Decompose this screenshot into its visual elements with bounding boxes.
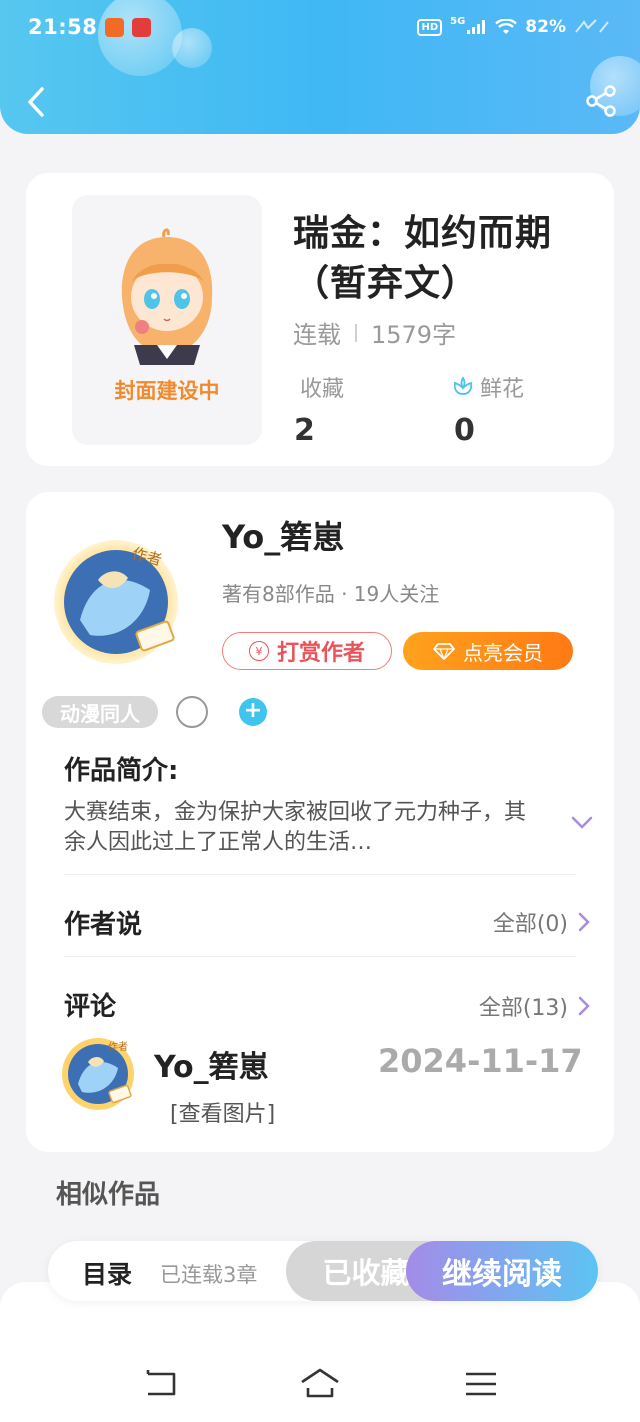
book-status: 连载 — [293, 321, 341, 349]
chevron-right-icon — [578, 996, 590, 1016]
book-cover[interactable]: 封面建设中 — [72, 195, 262, 445]
comments-title: 评论 — [64, 992, 117, 1022]
back-nav-icon[interactable] — [140, 1366, 180, 1402]
chevron-left-icon — [28, 87, 44, 117]
tip-author-button[interactable]: ¥ 打赏作者 — [222, 632, 392, 670]
diamond-icon — [433, 643, 455, 660]
status-time: 21:58 — [28, 15, 98, 39]
author-card: 作者 Yo_箬崽 著有8部作品 · 19人关注 ¥ 打赏作者 点亮会员 动漫同人… — [26, 492, 614, 1152]
author-name[interactable]: Yo_箬崽 — [222, 512, 344, 558]
comments-all-link[interactable]: 全部(13) — [479, 990, 590, 1022]
signal-icon — [467, 20, 486, 34]
similar-works-title: 相似作品 — [56, 1180, 161, 1210]
comments-all-label: 全部(13) — [478, 996, 568, 1021]
cover-placeholder-illustration — [121, 228, 213, 365]
battery-percent: 82% — [525, 17, 566, 37]
chevron-down-icon[interactable] — [570, 810, 594, 834]
light-up-vip-label: 点亮会员 — [463, 640, 543, 665]
menu-nav-icon[interactable] — [462, 1366, 502, 1402]
share-icon — [586, 85, 616, 117]
yen-icon: ¥ — [248, 641, 269, 661]
category-tag[interactable]: 动漫同人 — [42, 696, 158, 728]
author-says-all-label: 全部(0) — [492, 912, 568, 937]
book-info-card: 封面建设中 瑞金：如约而期（暂弃文） 连载 1579字 收藏 2 鲜花 0 — [26, 173, 614, 466]
svg-text:作者: 作者 — [108, 1041, 128, 1053]
intro-title: 作品简介: — [64, 756, 179, 786]
header: 21:58 HD 5G 82% — [0, 0, 640, 134]
share-button[interactable] — [584, 84, 618, 118]
flowers-value: 0 — [454, 413, 475, 448]
book-word-count: 1579字 — [371, 321, 457, 349]
author-says-all-link[interactable]: 全部(0) — [493, 906, 590, 938]
flowers-label: 鲜花 — [480, 377, 525, 402]
back-button[interactable] — [20, 82, 52, 122]
book-title: 瑞金：如约而期（暂弃文） — [293, 213, 553, 304]
cover-placeholder-text: 封面建设中 — [114, 379, 220, 403]
battery-icon — [575, 19, 609, 33]
app-notification-icon — [105, 17, 125, 37]
network-label: 5G — [450, 15, 466, 27]
commenter-avatar[interactable]: 作者 — [60, 1032, 140, 1112]
continue-reading-button[interactable]: 继续阅读 — [406, 1241, 598, 1301]
author-meta: 著有8部作品 · 19人关注 — [222, 582, 440, 606]
hd-icon: HD — [417, 18, 443, 36]
author-avatar[interactable]: 作者 — [50, 530, 190, 670]
comment-user-name: Yo_箬崽 — [154, 1050, 269, 1085]
meta-divider — [355, 323, 357, 342]
intro-summary[interactable]: 大赛结束，金为保护大家被回收了元力种子，其余人因此过上了正常人的生活… — [64, 798, 534, 858]
add-tag-button[interactable]: + — [239, 698, 267, 726]
book-meta: 连载 1579字 — [293, 315, 456, 350]
flowers-stat[interactable]: 鲜花 — [452, 371, 524, 403]
home-nav-icon[interactable] — [300, 1366, 340, 1402]
favorites-label: 收藏 — [300, 377, 345, 402]
tag-placeholder-circle[interactable] — [176, 696, 208, 728]
author-says-title: 作者说 — [64, 910, 143, 940]
comment-text[interactable]: [查看图片] — [170, 1096, 275, 1128]
status-bar: 21:58 HD 5G 82% — [28, 10, 614, 44]
divider — [64, 956, 576, 957]
divider — [64, 874, 576, 875]
action-bar: 目录 已连载3章 已收藏 继续阅读 — [48, 1241, 598, 1301]
flower-icon — [453, 376, 473, 395]
favorites-value: 2 — [294, 413, 315, 448]
wifi-icon — [495, 19, 518, 34]
tip-author-label: 打赏作者 — [276, 641, 365, 666]
table-of-contents-button[interactable]: 目录 — [82, 1255, 132, 1291]
chevron-right-icon — [578, 912, 590, 932]
app-notification-icon — [132, 17, 152, 37]
light-up-vip-button[interactable]: 点亮会员 — [403, 632, 573, 670]
chapter-count: 已连载3章 — [160, 1263, 258, 1287]
comment-date: 2024-11-17 — [378, 1042, 583, 1080]
